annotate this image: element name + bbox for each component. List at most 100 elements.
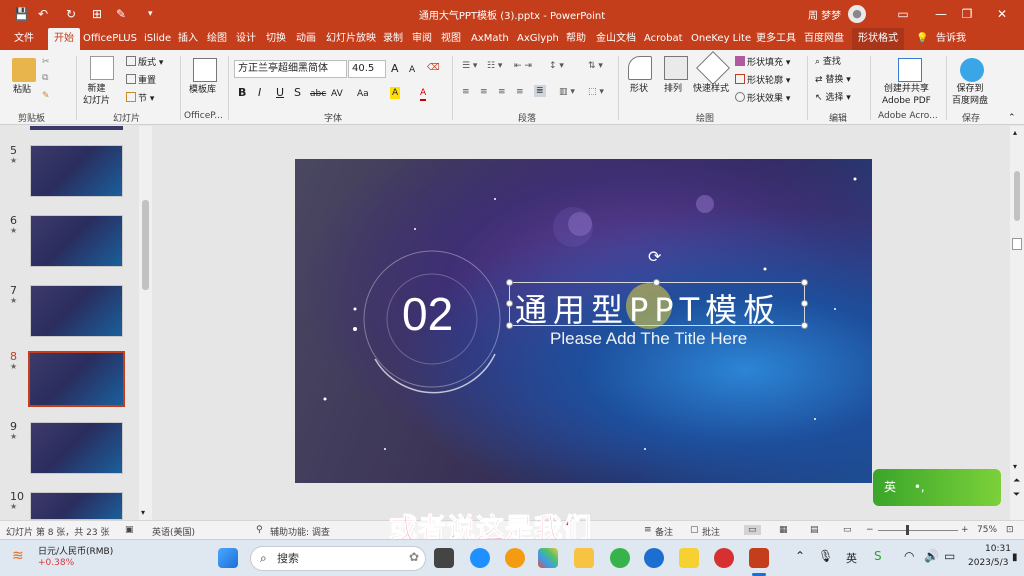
shape-fill-button[interactable]: 形状填充 ▾ xyxy=(735,56,790,69)
tab-record[interactable]: 录制 xyxy=(383,28,403,50)
tab-slideshow[interactable]: 幻灯片放映 xyxy=(326,28,376,50)
paste-icon[interactable] xyxy=(12,58,36,82)
slide-section-number[interactable]: 02 xyxy=(402,287,453,341)
save-to-baidu-button[interactable]: 保存到 百度网盘 xyxy=(952,83,988,107)
tab-baidu-netdisk[interactable]: 百度网盘 xyxy=(804,28,844,50)
create-share-pdf-button[interactable]: 创建并共享 Adobe PDF xyxy=(882,83,931,107)
underline-button[interactable]: U xyxy=(276,87,284,99)
accessibility-status[interactable]: 辅助功能: 调查 xyxy=(270,525,330,538)
shape-effects-button[interactable]: 形状效果 ▾ xyxy=(735,92,790,105)
thumbnail-slide-10[interactable] xyxy=(30,492,123,520)
slide-scrollbar[interactable]: ▴ ▾ ⏶ ⏷ xyxy=(1010,126,1024,520)
close-icon[interactable]: ✕ xyxy=(991,4,1013,24)
task-view-icon[interactable] xyxy=(434,548,454,568)
tab-officeplus[interactable]: OfficePLUS xyxy=(83,28,137,50)
sticky-notes-icon[interactable] xyxy=(679,548,699,568)
replace-button[interactable]: ⇄ 替换 ▾ xyxy=(815,74,851,86)
bold-button[interactable]: B xyxy=(238,87,246,99)
reset-button[interactable]: 重置 xyxy=(126,74,156,87)
new-slide-icon[interactable] xyxy=(90,56,114,80)
clock-date[interactable]: 2023/5/3 xyxy=(968,558,1008,568)
tab-animations[interactable]: 动画 xyxy=(296,28,316,50)
start-icon[interactable] xyxy=(218,548,238,568)
arrange-button[interactable]: 排列 xyxy=(664,83,682,95)
arrange-icon[interactable] xyxy=(664,56,688,80)
tab-islide[interactable]: iSlide xyxy=(144,28,171,50)
resize-handle[interactable] xyxy=(801,300,808,307)
thumbnail-slide-5[interactable] xyxy=(30,145,123,197)
store-icon[interactable] xyxy=(538,548,558,568)
distributed-icon[interactable]: ≣ xyxy=(534,85,546,97)
spellcheck-icon[interactable]: ▣ xyxy=(125,525,134,535)
rotate-handle-icon[interactable]: ⟳ xyxy=(648,247,661,266)
text-direction-icon[interactable]: ⇅ ▾ xyxy=(588,60,603,72)
scroll-thumb[interactable] xyxy=(142,200,149,290)
fit-slide-icon[interactable]: ⊡ xyxy=(1006,525,1014,535)
find-button[interactable]: ⌕ 查找 xyxy=(815,56,841,68)
collapse-ribbon-icon[interactable]: ⌃ xyxy=(1008,112,1016,124)
record-app-icon[interactable] xyxy=(714,548,734,568)
scroll-down-icon[interactable]: ▾ xyxy=(1013,462,1017,471)
accessibility-icon[interactable]: ⚲ xyxy=(256,525,263,535)
create-pdf-icon[interactable] xyxy=(898,58,922,82)
sogou-icon[interactable]: S xyxy=(874,549,882,563)
shadow-button[interactable]: S xyxy=(294,87,301,99)
ribbon-display-icon[interactable]: ▭ xyxy=(892,4,914,24)
line-spacing-icon[interactable]: ↕ ▾ xyxy=(549,60,564,72)
stock-name[interactable]: 日元/人民币(RMB) xyxy=(38,544,113,557)
resize-handle[interactable] xyxy=(506,300,513,307)
tell-me-search[interactable]: 告诉我 xyxy=(936,28,966,50)
tab-home[interactable]: 开始 xyxy=(48,28,80,50)
shapes-button[interactable]: 形状 xyxy=(630,83,648,95)
template-library-icon[interactable] xyxy=(193,58,217,82)
font-name-combo[interactable]: 方正兰亭超细黑简体 xyxy=(234,60,347,78)
zoom-out-icon[interactable]: − xyxy=(866,525,874,535)
slide-subtitle[interactable]: Please Add The Title Here xyxy=(550,329,747,349)
reading-view-icon[interactable]: ▤ xyxy=(810,525,819,535)
zoom-slider-thumb[interactable] xyxy=(906,525,909,535)
language-status[interactable]: 英语(美国) xyxy=(152,525,195,538)
notes-button[interactable]: 备注 xyxy=(655,525,673,538)
quick-styles-button[interactable]: 快速样式 xyxy=(693,83,729,95)
columns-icon[interactable]: ▥ ▾ xyxy=(559,86,575,98)
baidu-netdisk-icon[interactable] xyxy=(960,58,984,82)
volume-icon[interactable]: 🔊 xyxy=(924,549,939,563)
comments-button[interactable]: 批注 xyxy=(702,525,720,538)
minimize-icon[interactable]: — xyxy=(930,4,952,24)
powerpoint-icon[interactable] xyxy=(749,548,769,568)
section-button[interactable]: 节 ▾ xyxy=(126,92,154,105)
normal-view-icon[interactable]: ▭ xyxy=(744,525,761,535)
tab-axmath[interactable]: AxMath xyxy=(471,28,509,50)
page-box-icon[interactable] xyxy=(1012,238,1022,250)
quick-styles-icon[interactable] xyxy=(696,51,730,85)
slide-sorter-icon[interactable]: ▦ xyxy=(779,525,788,535)
tab-axglyph[interactable]: AxGlyph xyxy=(517,28,559,50)
tab-help[interactable]: 帮助 xyxy=(566,28,586,50)
italic-button[interactable]: I xyxy=(258,87,261,99)
location-app-icon[interactable] xyxy=(470,548,490,568)
change-case-button[interactable]: Aa xyxy=(357,88,369,100)
tab-onekey[interactable]: OneKey Lite xyxy=(691,28,751,50)
tab-review[interactable]: 审阅 xyxy=(412,28,432,50)
shape-outline-button[interactable]: 形状轮廓 ▾ xyxy=(735,74,790,87)
tab-acrobat[interactable]: Acrobat xyxy=(644,28,683,50)
shapes-icon[interactable] xyxy=(628,56,652,80)
restore-icon[interactable]: ❐ xyxy=(956,4,978,24)
indent-icon[interactable]: ⇤ ⇥ xyxy=(514,60,532,72)
scroll-down-icon[interactable]: ▾ xyxy=(141,508,145,517)
zoom-level[interactable]: 75% xyxy=(977,525,997,535)
cut-icon[interactable]: ✂ xyxy=(42,56,50,68)
next-slide-icon[interactable]: ⏷ xyxy=(1013,490,1020,500)
layout-button[interactable]: 版式 ▾ xyxy=(126,56,163,69)
file-explorer-icon[interactable] xyxy=(574,548,594,568)
clear-format-icon[interactable]: ⌫ xyxy=(427,62,440,74)
font-color-button[interactable]: A xyxy=(420,87,427,101)
resize-handle[interactable] xyxy=(801,279,808,286)
thumbnail-slide-8[interactable] xyxy=(28,351,125,407)
ime-status-bubble[interactable]: 英 •, xyxy=(873,469,1001,506)
strikethrough-button[interactable]: abc xyxy=(310,88,326,100)
microphone-icon[interactable]: 🎙 xyxy=(818,549,833,563)
copy-icon[interactable]: ⧉ xyxy=(42,72,48,84)
wifi-icon[interactable]: ◠ xyxy=(904,549,914,563)
paste-button[interactable]: 粘贴 xyxy=(13,84,31,96)
